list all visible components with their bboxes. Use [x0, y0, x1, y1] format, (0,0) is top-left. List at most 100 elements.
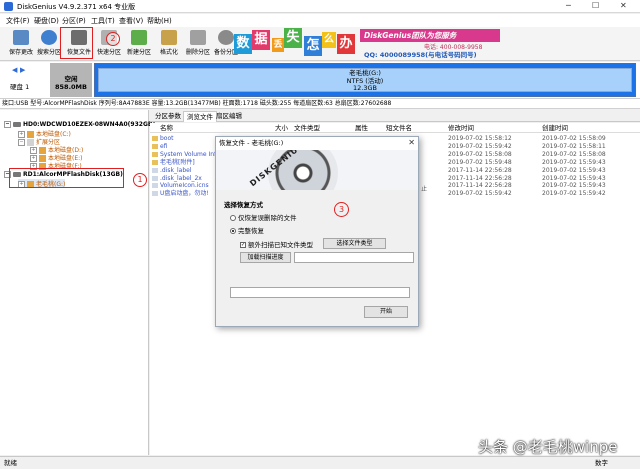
partition-block[interactable]: 老毛桃(G:) NTFS (活动) 12.3GB: [94, 63, 636, 97]
annotation-box-usb: [9, 168, 124, 188]
collapse-icon[interactable]: −: [4, 121, 11, 128]
banner-char: 怎: [304, 36, 322, 56]
menu-view[interactable]: 查看(V): [119, 16, 143, 26]
file-icon: [152, 183, 158, 189]
col-shortname[interactable]: 短文件名: [386, 123, 412, 133]
file-created: 2019-07-02 15:59:43: [542, 174, 606, 182]
file-created: 2019-07-02 15:59:42: [542, 190, 606, 198]
minimize-icon[interactable]: ─: [566, 1, 571, 10]
folder-icon: [152, 136, 158, 141]
file-created: 2019-07-02 15:59:43: [542, 158, 606, 166]
file-name: U盘启动盘，勿动!: [160, 190, 209, 198]
option-full-recovery[interactable]: 完整恢复: [230, 225, 264, 235]
file-modified: 2019-07-02 15:59:48: [448, 158, 512, 166]
new-partition-icon: [131, 30, 147, 45]
checkbox-checked-icon[interactable]: ✓: [240, 242, 246, 248]
annotation-circle-2: 2: [106, 32, 120, 46]
banner-char: 失: [284, 28, 302, 48]
col-type[interactable]: 文件类型: [294, 123, 320, 133]
file-name: efi: [160, 142, 168, 150]
radio-icon[interactable]: [230, 215, 236, 221]
hard-disk-icon: [13, 122, 21, 127]
file-created: 2019-07-02 15:58:09: [542, 135, 606, 142]
banner-char: 据: [252, 30, 270, 50]
banner-qq: QQ: 4000089958(与电话号码同号): [364, 51, 477, 59]
col-attr[interactable]: 属性: [355, 123, 368, 133]
folder-icon: [152, 151, 158, 157]
tab-partition-params[interactable]: 分区参数: [152, 111, 184, 122]
partition-size: 12.3GB: [353, 84, 377, 92]
dialog-tail-text: 止: [421, 186, 428, 193]
tree-disk-0[interactable]: − HD0:WDCWD10EZEX-08WN4A0(932GB): [4, 121, 155, 128]
file-icon: [152, 191, 158, 197]
file-modified: 2017-11-14 22:56:28: [448, 174, 512, 182]
menu-tools[interactable]: 工具(T): [91, 16, 115, 26]
tab-sector-edit[interactable]: 扇区编辑: [213, 111, 245, 122]
format-icon: [161, 30, 177, 45]
status-numlock: 数字: [595, 459, 608, 467]
file-modified: 2019-07-02 15:59:42: [448, 142, 512, 150]
disk-label: 硬盘 1: [10, 83, 30, 91]
watermark: 头条 @老毛桃winpe: [478, 438, 618, 456]
radio-selected-icon[interactable]: [230, 228, 236, 234]
col-modified[interactable]: 修改时间: [448, 123, 474, 133]
file-modified: 2019-07-02 15:58:08: [448, 150, 512, 158]
recovery-mode-heading: 选择恢复方式: [224, 201, 263, 209]
file-name: 老毛桃[附件]: [160, 158, 195, 166]
scan-progress-path-input[interactable]: [294, 252, 414, 263]
menu-file[interactable]: 文件(F): [6, 16, 30, 26]
file-name: .disk_label: [160, 166, 192, 174]
tab-browse-files[interactable]: 浏览文件: [183, 111, 217, 122]
file-icon: [152, 175, 158, 181]
delete-partition-icon: [190, 30, 206, 45]
nav-next-icon[interactable]: ▶: [20, 66, 25, 74]
status-bar: 就绪 数字: [0, 456, 640, 469]
partition-block-inner: 老毛桃(G:) NTFS (活动) 12.3GB: [98, 68, 632, 92]
scan-known-types-checkbox[interactable]: ✓ 额外扫描已知文件类型: [240, 239, 313, 249]
nav-prev-icon[interactable]: ◀: [12, 66, 17, 74]
file-modified: 2017-11-14 22:56:28: [448, 182, 512, 190]
file-created: 2019-07-02 15:59:43: [542, 182, 606, 190]
col-size[interactable]: 大小: [275, 123, 288, 133]
file-name: System Volume Inf: [160, 150, 217, 158]
maximize-icon[interactable]: ☐: [592, 1, 599, 10]
disk-info-bar: 接口:USB 型号:AlcorMPFlashDisk 序列号:8A47883E …: [0, 99, 640, 109]
file-icon: [152, 167, 158, 173]
col-name[interactable]: 名称: [160, 123, 173, 133]
save-icon: [13, 30, 29, 45]
free-space-block[interactable]: 空闲 858.0MB: [50, 63, 92, 97]
load-scan-progress-button[interactable]: 加载扫描进度: [240, 252, 291, 263]
select-file-types-button[interactable]: 选择文件类型: [323, 238, 386, 249]
tab-bar: 分区参数 浏览文件 扇区编辑: [150, 110, 640, 122]
file-name: .disk_label_2x: [160, 174, 202, 182]
dialog-close-icon[interactable]: ✕: [408, 138, 415, 147]
banner-brand: DiskGenius团队为您服务: [360, 29, 500, 42]
banner-char: 办: [337, 34, 355, 54]
file-modified: 2019-07-02 15:58:12: [448, 135, 512, 142]
menu-bar: 文件(F) 硬盘(D) 分区(P) 工具(T) 查看(V) 帮助(H): [0, 14, 640, 27]
annotation-circle-3: 3: [334, 202, 349, 217]
option-deleted-only[interactable]: 仅恢复误删除的文件: [230, 212, 297, 222]
banner-char: 数: [234, 34, 252, 54]
disk-map: ◀ ▶ 硬盘 1 空闲 858.0MB 老毛桃(G:) NTFS (活动) 12…: [0, 62, 640, 99]
file-list-header: 名称 大小 文件类型 属性 短文件名 修改时间 创建时间: [150, 123, 640, 133]
dialog-body: 选择恢复方式 3 仅恢复误删除的文件 完整恢复 ✓ 额外扫描已知文件类型 选择文件…: [216, 190, 418, 326]
start-button[interactable]: 开始: [364, 306, 408, 318]
menu-help[interactable]: 帮助(H): [147, 16, 172, 26]
file-created: 2019-07-02 15:58:08: [542, 150, 606, 158]
free-space-size: 858.0MB: [55, 83, 87, 91]
col-created[interactable]: 创建时间: [542, 123, 568, 133]
disk-tree: − HD0:WDCWD10EZEX-08WN4A0(932GB) + 本地磁盘(C:…: [0, 110, 155, 455]
title-bar: DiskGenius V4.9.2.371 x64 专业版 ─ ☐ ✕: [0, 0, 640, 13]
file-modified: 2017-11-14 22:56:28: [448, 166, 512, 174]
close-icon[interactable]: ✕: [620, 1, 627, 10]
menu-disk[interactable]: 硬盘(D): [34, 16, 59, 26]
file-modified: 2019-07-02 15:59:42: [448, 190, 512, 198]
promo-banner: 数 据 丢 失 怎 么 办 DiskGenius团队为您服务 电话: 400-0…: [234, 28, 504, 60]
file-created: 2019-07-02 15:58:11: [542, 142, 606, 150]
free-space-name: 空闲: [64, 75, 78, 83]
folder-icon: [152, 159, 158, 165]
file-created: 2019-07-02 15:59:43: [542, 166, 606, 174]
collapse-icon[interactable]: −: [18, 139, 25, 146]
menu-partition[interactable]: 分区(P): [62, 16, 86, 26]
